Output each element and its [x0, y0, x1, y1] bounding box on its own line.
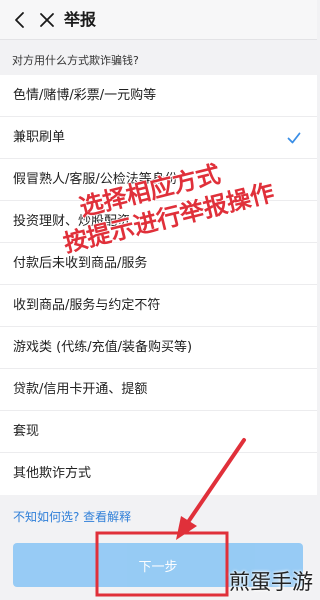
help-link[interactable]: 不知如何选? 查看解释 — [13, 509, 131, 525]
option-item[interactable]: 投资理财、炒股配资 — [0, 201, 317, 243]
option-item[interactable]: 色情/赌博/彩票/一元购等 — [0, 75, 317, 117]
back-icon[interactable] — [10, 10, 30, 30]
option-item[interactable]: 贷款/信用卡开通、提额 — [0, 369, 317, 411]
check-icon — [287, 132, 301, 144]
option-item[interactable]: 其他欺诈方式 — [0, 453, 317, 495]
option-item[interactable]: 收到商品/服务与约定不符 — [0, 285, 317, 327]
top-bar: 举报 — [0, 0, 317, 40]
option-label: 色情/赌博/彩票/一元购等 — [13, 88, 157, 103]
close-icon[interactable] — [37, 10, 57, 30]
page-title: 举报 — [64, 10, 97, 29]
arrow-head — [176, 516, 197, 540]
watermark: 煎蛋手游 — [229, 570, 313, 594]
option-list: 色情/赌博/彩票/一元购等 兼职刷单 假冒熟人/客服/公检法等身份 投资理财、炒… — [0, 75, 317, 495]
option-item[interactable]: 游戏类 (代练/充值/装备购买等) — [0, 327, 317, 369]
option-label: 其他欺诈方式 — [13, 466, 92, 481]
option-label: 游戏类 (代练/充值/装备购买等) — [13, 340, 193, 355]
option-label: 收到商品/服务与约定不符 — [13, 298, 161, 313]
option-label: 付款后未收到商品/服务 — [13, 256, 148, 271]
option-item[interactable]: 付款后未收到商品/服务 — [0, 243, 317, 285]
option-label: 假冒熟人/客服/公检法等身份 — [13, 172, 178, 187]
option-item[interactable]: 套现 — [0, 411, 317, 453]
option-item[interactable]: 假冒熟人/客服/公检法等身份 — [0, 159, 317, 201]
option-label: 投资理财、炒股配资 — [13, 214, 131, 229]
question-label: 对方用什么方式欺诈骗钱? — [12, 54, 139, 67]
option-item[interactable]: 兼职刷单 — [0, 117, 317, 159]
option-label: 兼职刷单 — [13, 130, 66, 145]
option-label: 贷款/信用卡开通、提额 — [13, 382, 148, 397]
option-label: 套现 — [13, 424, 40, 439]
